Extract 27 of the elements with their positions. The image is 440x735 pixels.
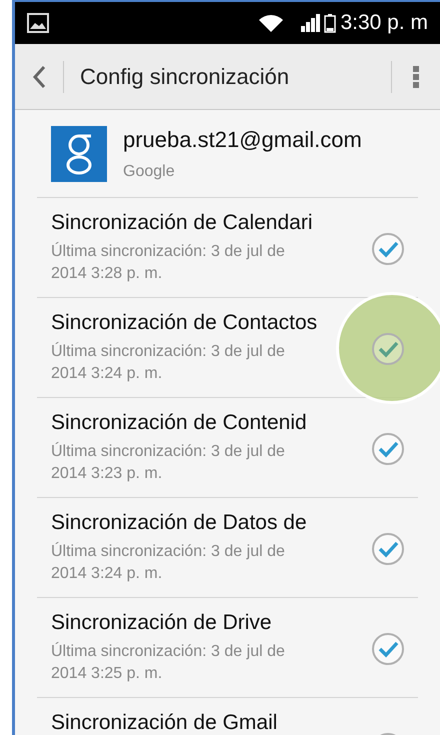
status-time: 3:30 p. m: [340, 10, 428, 36]
last-sync-text: Última sincronización: 3 de jul de 2014 3:24 p. m.: [51, 541, 286, 584]
checkbox[interactable]: [370, 531, 406, 567]
sync-item-title: Sincronización de Drive: [51, 610, 273, 636]
google-logo-icon: [51, 126, 107, 182]
sync-item-title: Sincronización de Datos de: [51, 510, 308, 536]
last-sync-text: Última sincronización: 3 de jul de 2014 3:24 p. m.: [51, 341, 286, 384]
screen-title: Config sincronización: [80, 63, 290, 91]
back-icon: [32, 64, 46, 88]
checkbox[interactable]: [370, 631, 406, 667]
last-sync-text: Última sincronización: 3 de jul de 2014 3:23 p. m.: [51, 441, 286, 484]
last-sync-text: Última sincronización: 3 de jul de 2014 3:25 p. m.: [51, 641, 286, 684]
signal-icon: [300, 13, 320, 33]
checkbox[interactable]: [370, 331, 406, 367]
last-sync-text: Última sincronización: 3 de jul de 2014 3:28 p. m.: [51, 241, 286, 284]
wifi-icon: [258, 13, 284, 33]
sync-item-title: Sincronización de Contactos: [51, 310, 318, 336]
sync-item-title: Sincronización de Calendari: [51, 210, 314, 236]
sync-item-title: Sincronización de Gmail: [51, 710, 278, 735]
menu-icon: [413, 66, 419, 88]
checkbox[interactable]: [370, 231, 406, 267]
sync-item-title: Sincronización de Contenid: [51, 410, 308, 436]
image-icon: [27, 13, 49, 33]
account-email: prueba.st21@gmail.com: [123, 126, 362, 154]
account-type: Google: [123, 162, 176, 182]
checkbox[interactable]: [370, 431, 406, 467]
battery-icon: [324, 13, 336, 33]
